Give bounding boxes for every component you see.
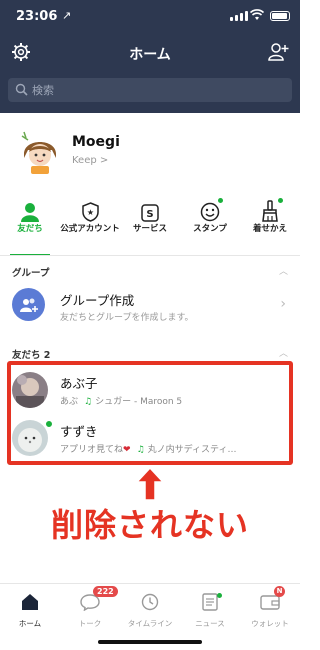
- service-icon: S: [141, 204, 159, 222]
- nav-label: トーク: [78, 619, 102, 628]
- official-account-icon: ★: [81, 202, 99, 222]
- highlight-box: [7, 361, 293, 465]
- sticker-icon: [200, 202, 220, 222]
- collapse-chevron-icon[interactable]: ︿: [279, 346, 288, 359]
- tab-label: 着せかえ: [252, 224, 287, 234]
- collapse-chevron-icon[interactable]: ︿: [279, 264, 288, 277]
- header: 23:06 ↗ ホーム: [0, 0, 300, 113]
- status-time: 23:06: [16, 9, 58, 24]
- friends-section-header: 友だち 2: [12, 350, 51, 361]
- new-dot: [217, 593, 222, 598]
- nav-label: ニュース: [195, 619, 225, 628]
- page-title: ホーム: [129, 47, 171, 63]
- tab-official-accounts[interactable]: ★ 公式アカウント: [60, 196, 120, 252]
- news-icon: [202, 593, 218, 611]
- divider: [0, 255, 300, 256]
- new-dot: [218, 198, 223, 203]
- new-badge: N: [274, 586, 285, 597]
- nav-bar: ホーム: [0, 38, 300, 68]
- new-dot: [278, 198, 283, 203]
- nav-label: タイムライン: [127, 619, 173, 628]
- groups-section-header: グループ: [12, 268, 50, 279]
- tab-themes[interactable]: 着せかえ: [240, 196, 300, 252]
- clock-icon: [141, 593, 159, 611]
- wifi-icon: [250, 9, 264, 20]
- search-icon: [15, 83, 28, 96]
- tab-label: スタンプ: [193, 224, 227, 234]
- nav-wallet[interactable]: N ウォレット: [240, 584, 300, 650]
- home-indicator: [98, 640, 202, 644]
- create-group-description: 友だちとグループを作成します。: [60, 313, 194, 323]
- tab-stickers[interactable]: スタンプ: [180, 196, 240, 252]
- svg-text:S: S: [146, 209, 153, 220]
- tab-friends[interactable]: 友だち: [0, 196, 60, 256]
- arrow-up-icon: [136, 467, 164, 501]
- unread-badge: 222: [93, 586, 118, 597]
- create-group-title: グループ作成: [60, 293, 135, 308]
- nav-home[interactable]: ホーム: [0, 584, 60, 650]
- person-icon: [21, 203, 39, 222]
- location-icon: ↗: [62, 9, 72, 22]
- battery-icon: [270, 11, 290, 21]
- tab-label: サービス: [132, 224, 167, 234]
- nav-label: ホーム: [18, 619, 42, 628]
- profile-name: Moegi: [72, 134, 120, 150]
- search-bar[interactable]: [8, 78, 292, 102]
- chevron-right-icon: ›: [280, 296, 286, 312]
- my-profile[interactable]: Moegi Keep >: [0, 122, 300, 184]
- status-bar: 23:06 ↗: [0, 0, 300, 32]
- tab-services[interactable]: S サービス: [120, 196, 180, 252]
- tab-label: 友だち: [17, 224, 43, 234]
- theme-brush-icon: [262, 200, 278, 222]
- svg-text:★: ★: [86, 208, 93, 217]
- tab-label: 公式アカウント: [60, 224, 120, 234]
- signal-icon: [230, 11, 248, 21]
- create-group-row[interactable]: グループ作成 友だちとグループを作成します。 ›: [0, 278, 300, 334]
- profile-avatar: [16, 128, 64, 176]
- keep-link[interactable]: Keep >: [72, 155, 108, 166]
- annotation-caption: 削除されない: [50, 506, 249, 544]
- category-tabs: 友だち ★ 公式アカウント S サービス スタンプ 着せかえ: [0, 196, 300, 256]
- home-icon: [22, 594, 38, 610]
- nav-label: ウォレット: [251, 619, 289, 628]
- create-group-icon: [12, 288, 45, 321]
- search-input[interactable]: [32, 81, 282, 99]
- add-friend-icon[interactable]: [267, 41, 289, 63]
